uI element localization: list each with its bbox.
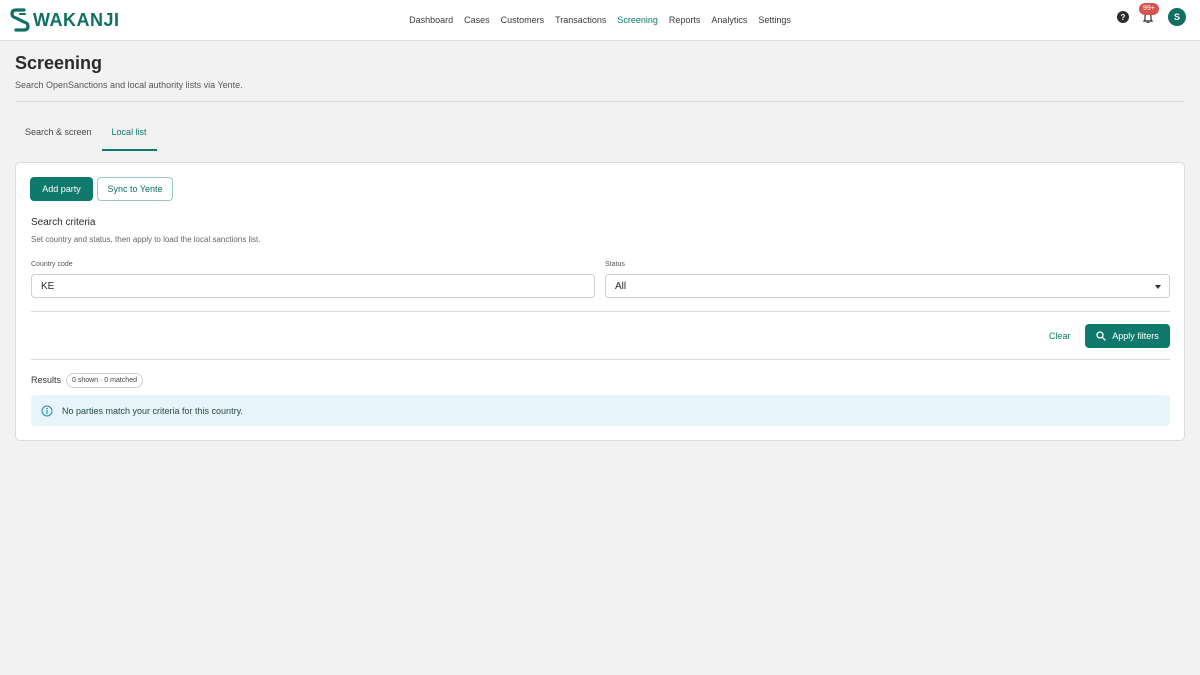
sync-to-yente-button[interactable]: Sync to Yente [97, 177, 173, 201]
results-divider [31, 359, 1170, 360]
apply-filters-label: Apply filters [1112, 331, 1159, 341]
user-avatar[interactable]: S [1168, 8, 1186, 26]
nav-customers[interactable]: Customers [501, 15, 545, 25]
country-code-input[interactable]: KE [31, 274, 595, 298]
page-title: Screening [15, 53, 103, 73]
nav-screening[interactable]: Screening [617, 15, 658, 25]
search-icon [1096, 331, 1106, 341]
clear-button[interactable]: Clear [1049, 331, 1071, 341]
results-label: Results [31, 375, 62, 385]
nav-transactions[interactable]: Transactions [555, 15, 606, 25]
results-count-badge: 0 shown · 0 matched [66, 373, 143, 388]
main-nav: Dashboard Cases Customers Transactions S… [0, 0, 1200, 40]
search-criteria-description: Set country and status, then apply to lo… [31, 235, 261, 244]
add-party-button[interactable]: Add party [30, 177, 93, 201]
local-list-card: Add party Sync to Yente Search criteria … [15, 162, 1185, 441]
logo-icon [10, 8, 30, 32]
header-divider [15, 101, 1185, 102]
tab-search-and-screen[interactable]: Search & screen [15, 118, 102, 151]
help-icon[interactable]: ? [1117, 11, 1129, 23]
search-criteria-title: Search criteria [31, 217, 96, 228]
header-actions: ? 99+ S [1117, 3, 1186, 26]
nav-dashboard[interactable]: Dashboard [409, 15, 453, 25]
country-code-label: Country code [31, 261, 73, 268]
nav-reports[interactable]: Reports [669, 15, 701, 25]
nav-settings[interactable]: Settings [758, 15, 791, 25]
empty-results-message: No parties match your criteria for this … [62, 405, 243, 416]
info-icon [41, 405, 53, 416]
empty-results-alert: No parties match your criteria for this … [31, 395, 1170, 426]
page-subtitle: Search OpenSanctions and local authority… [15, 80, 243, 90]
filters-divider [31, 311, 1170, 312]
status-select[interactable]: All [605, 274, 1170, 298]
notifications-button[interactable]: 99+ [1139, 3, 1159, 24]
apply-filters-button[interactable]: Apply filters [1085, 324, 1170, 348]
tab-local-list[interactable]: Local list [101, 118, 157, 151]
chevron-down-icon [1155, 285, 1161, 289]
nav-analytics[interactable]: Analytics [711, 15, 747, 25]
nav-cases[interactable]: Cases [464, 15, 490, 25]
status-selected-value: All [615, 281, 627, 292]
tab-bar: Search & screen Local list [15, 118, 157, 151]
status-label: Status [605, 261, 625, 268]
top-bar: WAKANJI Dashboard Cases Customers Transa… [0, 0, 1200, 41]
brand-name: WAKANJI [33, 9, 120, 30]
notification-badge: 99+ [1139, 3, 1159, 15]
brand-logo[interactable]: WAKANJI [10, 8, 120, 32]
